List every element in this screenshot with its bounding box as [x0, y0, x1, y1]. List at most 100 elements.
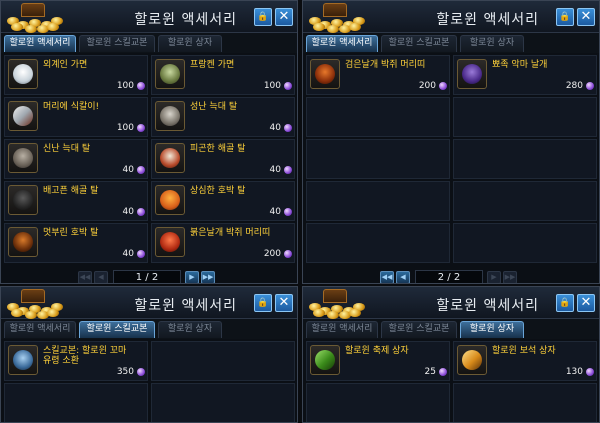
item-slot[interactable]: 뾰족 악마 날개 280: [453, 55, 597, 95]
lock-button[interactable]: 🔒: [556, 8, 574, 26]
black-bat-headband-icon[interactable]: [310, 59, 340, 89]
item-slot[interactable]: [453, 139, 597, 179]
item-slot[interactable]: 검은날개 박쥐 머리띠 200: [306, 55, 450, 95]
item-name: 검은날개 박쥐 머리띠: [345, 60, 426, 70]
item-slot[interactable]: [306, 139, 450, 179]
window-title: 할로윈 액세서리: [436, 298, 539, 314]
sad-pumpkin-mask-icon[interactable]: [155, 185, 185, 215]
item-slot[interactable]: 상심한 호박 탈 40: [151, 181, 295, 221]
prev-page-button[interactable]: ◀: [94, 271, 108, 283]
fancy-pumpkin-mask-icon[interactable]: [8, 227, 38, 257]
tab-accessory[interactable]: 할로윈 액세서리: [306, 321, 378, 338]
first-page-button[interactable]: ◀◀: [78, 271, 92, 283]
close-button[interactable]: ✕: [577, 8, 595, 26]
festival-box-icon[interactable]: [310, 345, 340, 375]
lock-button[interactable]: 🔒: [254, 294, 272, 312]
item-slot[interactable]: [306, 383, 450, 422]
item-slot[interactable]: 스킬교본: 할로윈 꼬마 유령 소환 350: [4, 341, 148, 381]
item-price: 40: [269, 123, 281, 133]
item-slot[interactable]: [306, 97, 450, 137]
tab-accessory[interactable]: 할로윈 액세서리: [4, 35, 76, 52]
angry-wolf-mask-icon[interactable]: [155, 101, 185, 131]
item-icon-art: [13, 148, 33, 168]
close-button[interactable]: ✕: [275, 294, 293, 312]
currency-gem-icon: [284, 124, 292, 132]
item-slot[interactable]: [306, 223, 450, 263]
coin-icon: [47, 23, 59, 31]
item-slot[interactable]: 배고픈 해골 탈 40: [4, 181, 148, 221]
item-slot[interactable]: 붉은날개 박쥐 머리띠 200: [151, 223, 295, 263]
item-slot[interactable]: [4, 383, 148, 422]
close-button[interactable]: ✕: [577, 294, 595, 312]
currency-gem-icon: [439, 82, 447, 90]
happy-wolf-mask-icon[interactable]: [8, 143, 38, 173]
close-button[interactable]: ✕: [275, 8, 293, 26]
coin-icon: [313, 309, 325, 317]
frankenstein-mask-icon[interactable]: [155, 59, 185, 89]
item-price: 40: [122, 207, 134, 217]
item-price: 200: [418, 81, 436, 91]
item-slot[interactable]: 머리에 식칼이! 100: [4, 97, 148, 137]
item-slot[interactable]: 외계인 가면 100: [4, 55, 148, 95]
tab-bar: 할로윈 액세서리 할로윈 스킬교본 할로윈 상자: [1, 33, 297, 53]
lock-button[interactable]: 🔒: [556, 294, 574, 312]
item-price: 40: [269, 165, 281, 175]
pagination: ◀◀ ◀ 1 / 2 ▶ ▶▶: [1, 269, 297, 283]
item-price: 40: [122, 249, 134, 259]
prev-page-button[interactable]: ◀: [396, 271, 410, 283]
item-slot[interactable]: 할로윈 축제 상자 25: [306, 341, 450, 381]
tab-skill-book[interactable]: 할로윈 스킬교본: [79, 321, 155, 338]
devil-wings-icon[interactable]: [457, 59, 487, 89]
hungry-skull-mask-icon[interactable]: [8, 185, 38, 215]
item-slot[interactable]: [151, 341, 295, 381]
item-price: 200: [263, 249, 281, 259]
title-bar: 할로윈 액세서리 🔒 ✕: [303, 287, 599, 319]
tab-accessory[interactable]: 할로윈 액세서리: [4, 321, 76, 338]
tab-skill-book[interactable]: 할로윈 스킬교본: [79, 35, 155, 52]
item-slot[interactable]: [453, 97, 597, 137]
item-price: 100: [116, 123, 134, 133]
alien-mask-icon[interactable]: [8, 59, 38, 89]
item-price: 40: [269, 207, 281, 217]
last-page-button[interactable]: ▶▶: [201, 271, 215, 283]
tab-bar: 할로윈 액세서리 할로윈 스킬교본 할로윈 상자: [1, 319, 297, 339]
gold-coins-icon: [305, 287, 365, 319]
tired-skull-mask-icon[interactable]: [155, 143, 185, 173]
item-price: 130: [565, 367, 583, 377]
skill-book-icon[interactable]: [8, 345, 38, 375]
tab-box[interactable]: 할로윈 상자: [460, 321, 524, 338]
next-page-button[interactable]: ▶: [185, 271, 199, 283]
item-name: 피곤한 해골 탈: [190, 144, 246, 154]
tab-box[interactable]: 할로윈 상자: [158, 321, 222, 338]
next-page-button[interactable]: ▶: [487, 271, 501, 283]
coin-icon: [349, 309, 361, 317]
lock-button[interactable]: 🔒: [254, 8, 272, 26]
item-slot[interactable]: [453, 383, 597, 422]
item-slot[interactable]: [306, 181, 450, 221]
item-slot[interactable]: [453, 181, 597, 221]
item-slot[interactable]: 프랑켄 가면 100: [151, 55, 295, 95]
tab-box[interactable]: 할로윈 상자: [158, 35, 222, 52]
first-page-button[interactable]: ◀◀: [380, 271, 394, 283]
currency-gem-icon: [137, 250, 145, 258]
item-slot[interactable]: 멋부린 호박 탈 40: [4, 223, 148, 263]
red-bat-headband-icon[interactable]: [155, 227, 185, 257]
jewel-box-icon[interactable]: [457, 345, 487, 375]
item-slot[interactable]: 할로윈 보석 상자 130: [453, 341, 597, 381]
last-page-button[interactable]: ▶▶: [503, 271, 517, 283]
tab-skill-book[interactable]: 할로윈 스킬교본: [381, 35, 457, 52]
item-icon-art: [315, 64, 335, 84]
item-slot[interactable]: 신난 늑대 탈 40: [4, 139, 148, 179]
item-slot[interactable]: 피곤한 해골 탈 40: [151, 139, 295, 179]
tab-skill-book[interactable]: 할로윈 스킬교본: [381, 321, 457, 338]
knife-headband-icon[interactable]: [8, 101, 38, 131]
gold-coins-icon: [3, 287, 63, 319]
item-slot[interactable]: [453, 223, 597, 263]
tab-accessory[interactable]: 할로윈 액세서리: [306, 35, 378, 52]
tab-box[interactable]: 할로윈 상자: [460, 35, 524, 52]
item-icon-art: [462, 350, 482, 370]
tab-bar: 할로윈 액세서리 할로윈 스킬교본 할로윈 상자: [303, 319, 599, 339]
item-slot[interactable]: [151, 383, 295, 422]
item-slot[interactable]: 성난 늑대 탈 40: [151, 97, 295, 137]
currency-gem-icon: [137, 82, 145, 90]
